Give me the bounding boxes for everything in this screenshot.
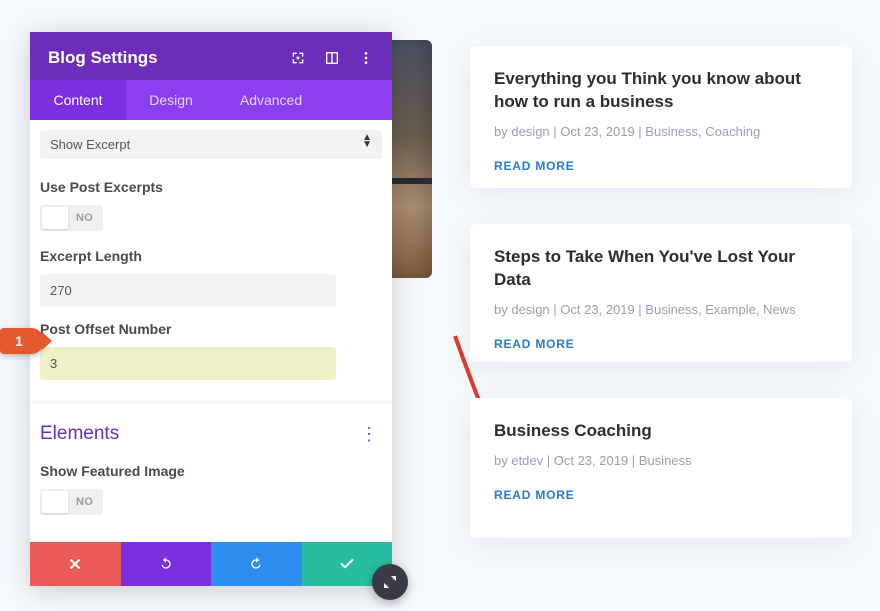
field-excerpt-length: Excerpt Length: [30, 238, 392, 311]
blog-card-2: Steps to Take When You've Lost Your Data…: [470, 224, 852, 362]
field-use-post-excerpts: Use Post Excerpts NO: [30, 169, 392, 238]
expand-icon: [382, 574, 398, 590]
more-icon[interactable]: [358, 50, 374, 66]
select-arrows-icon: ▲▼: [362, 134, 372, 148]
background-photo-strip: [392, 40, 432, 278]
card-1-title: Everything you Think you know about how …: [494, 68, 828, 114]
show-featured-image-toggle[interactable]: NO: [40, 489, 103, 515]
panel-layout-icon[interactable]: [324, 50, 340, 66]
toggle-handle: [42, 207, 68, 229]
fullscreen-icon[interactable]: [290, 50, 306, 66]
show-featured-image-value: NO: [76, 496, 93, 508]
card-3-title: Business Coaching: [494, 420, 828, 443]
callout-marker-number: 1: [15, 333, 23, 349]
card-1-readmore[interactable]: READ MORE: [494, 159, 575, 173]
check-icon: [339, 556, 355, 572]
panel-footer: [30, 542, 392, 586]
redo-button[interactable]: [211, 542, 302, 586]
panel-header: Blog Settings: [30, 32, 392, 80]
expand-handle[interactable]: [372, 564, 408, 600]
excerpt-length-label: Excerpt Length: [40, 248, 382, 264]
use-post-excerpts-value: NO: [76, 212, 93, 224]
blog-settings-panel: Blog Settings Content Design Advanced Sh…: [30, 32, 392, 586]
blog-card-3: Business Coaching by etdev | Oct 23, 201…: [470, 398, 852, 538]
close-button[interactable]: [30, 542, 121, 586]
toggle-handle: [42, 491, 68, 513]
card-3-meta: by etdev | Oct 23, 2019 | Business: [494, 453, 828, 468]
excerpt-length-input[interactable]: [40, 274, 336, 307]
card-3-readmore[interactable]: READ MORE: [494, 488, 575, 502]
undo-icon: [158, 556, 174, 572]
field-post-offset: Post Offset Number: [30, 311, 392, 384]
close-icon: [67, 556, 83, 572]
show-excerpt-select[interactable]: Show Excerpt ▲▼: [30, 124, 392, 169]
card-2-meta: by design | Oct 23, 2019 | Business, Exa…: [494, 302, 828, 317]
tab-design[interactable]: Design: [126, 80, 216, 120]
tab-content[interactable]: Content: [30, 80, 126, 120]
panel-header-actions: [290, 50, 374, 66]
callout-marker-1: 1: [0, 328, 44, 354]
field-show-featured-image: Show Featured Image NO: [30, 453, 392, 532]
show-excerpt-value: Show Excerpt: [40, 130, 382, 159]
card-2-title: Steps to Take When You've Lost Your Data: [494, 246, 828, 292]
card-2-readmore[interactable]: READ MORE: [494, 337, 575, 351]
redo-icon: [248, 556, 264, 572]
post-offset-input[interactable]: [40, 347, 336, 380]
post-offset-label: Post Offset Number: [40, 321, 382, 337]
card-1-meta: by design | Oct 23, 2019 | Business, Coa…: [494, 124, 828, 139]
undo-button[interactable]: [121, 542, 212, 586]
panel-body: Show Excerpt ▲▼ Use Post Excerpts NO Exc…: [30, 120, 392, 542]
use-post-excerpts-label: Use Post Excerpts: [40, 179, 382, 195]
section-elements-header: Elements ⋮: [30, 403, 392, 453]
section-menu-icon[interactable]: ⋮: [360, 429, 378, 439]
use-post-excerpts-toggle[interactable]: NO: [40, 205, 103, 231]
blog-card-1: Everything you Think you know about how …: [470, 46, 852, 188]
panel-title: Blog Settings: [48, 48, 158, 68]
show-featured-image-label: Show Featured Image: [40, 463, 382, 479]
tab-advanced[interactable]: Advanced: [216, 80, 326, 120]
section-elements-title: Elements: [40, 423, 119, 445]
panel-tabs: Content Design Advanced: [30, 80, 392, 120]
